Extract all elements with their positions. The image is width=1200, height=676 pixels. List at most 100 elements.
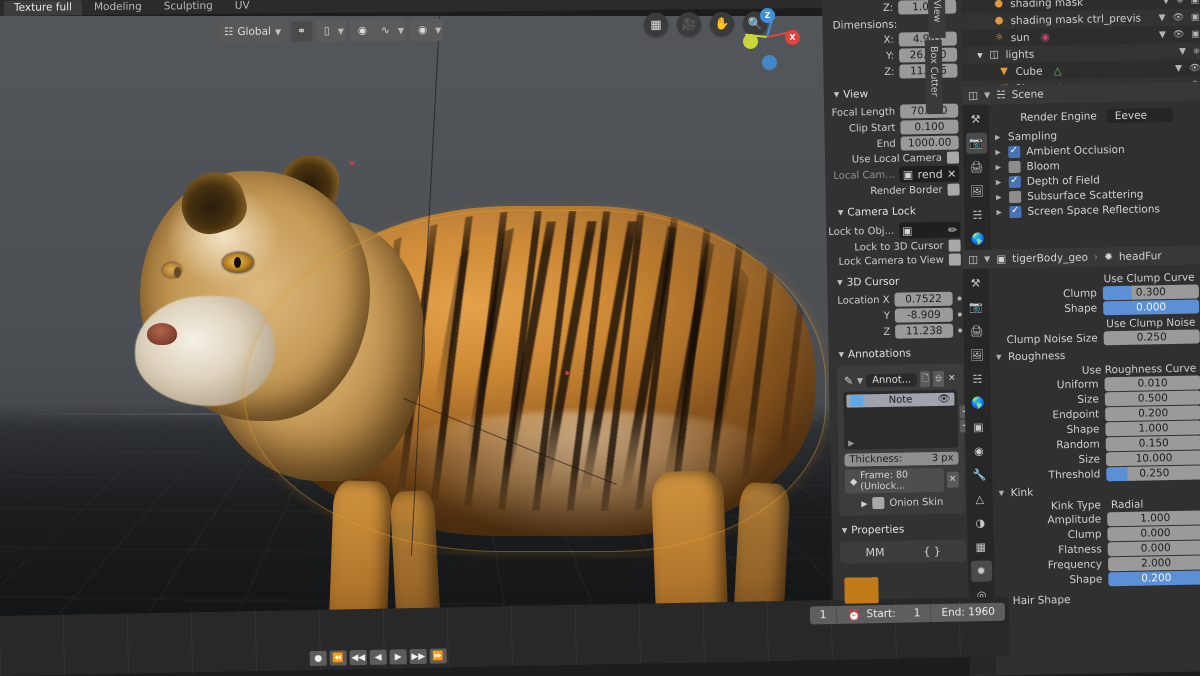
output-icon[interactable]: 🖨 <box>966 157 987 178</box>
subsurface-scattering-row[interactable]: ▶ Subsurface Scattering <box>996 187 1200 204</box>
lock-to-3d-cursor-row[interactable]: Lock to 3D Cursor <box>837 239 961 254</box>
clump-noise-size-value[interactable]: 0.250 <box>1103 329 1200 346</box>
timeline-frame-controls[interactable]: 1 ⏰ Start: 1 End: 1960 <box>809 602 1006 625</box>
camera-icon[interactable]: ▣ <box>1191 29 1200 39</box>
eye-icon[interactable]: 👁 <box>938 394 951 405</box>
roughness-uniform-value[interactable]: 0.010 <box>1104 375 1200 392</box>
render-border-row[interactable]: Render Border <box>833 183 960 198</box>
previous-keyframe-icon[interactable]: ◀◀ <box>349 649 367 666</box>
triangle-right-icon[interactable]: ▶ <box>996 178 1003 186</box>
object-icon[interactable]: ▣ <box>968 417 989 438</box>
roughness-uniform-size-value[interactable]: 0.500 <box>1104 390 1200 407</box>
world-icon[interactable]: 🌎 <box>967 393 988 414</box>
chevron-down-icon[interactable]: ▼ <box>984 90 990 99</box>
clip-start-value[interactable]: 0.100 <box>900 119 959 135</box>
roughness-section-header[interactable]: ▼ Roughness <box>996 347 1200 363</box>
pan-view-icon[interactable]: ✋ <box>709 11 735 36</box>
animate-dot-icon[interactable] <box>958 328 963 333</box>
pencil-icon[interactable]: ✎ <box>843 372 854 388</box>
clump-shape-value[interactable]: 0.000 <box>1103 299 1200 316</box>
clip-end-value[interactable]: 1000.00 <box>900 135 959 151</box>
side-tab-box-cutter[interactable]: Box Cutter <box>924 39 944 115</box>
hair-shape-section-header[interactable]: ▶ Hair Shape <box>1001 591 1200 607</box>
lock-camera-to-view-row[interactable]: Lock Camera to View <box>837 253 961 268</box>
next-keyframe-icon[interactable]: ▶▶ <box>409 648 427 665</box>
output-icon[interactable]: 🖨 <box>966 321 987 342</box>
camera-view-icon[interactable]: 🎥 <box>676 12 702 37</box>
clip-end-row[interactable]: End 1000.00 <box>833 135 959 152</box>
bloom-row[interactable]: ▶ Bloom <box>995 157 1199 174</box>
view-layer-icon[interactable]: 🖼 <box>966 181 987 202</box>
duplicate-annotation-icon[interactable]: ⎒ <box>933 370 944 388</box>
kink-shape-row[interactable]: Shape 0.200 <box>1000 570 1200 588</box>
close-icon[interactable]: ✕ <box>946 471 960 488</box>
local-camera-field[interactable]: ▣ rend ✕ <box>899 165 960 183</box>
gizmo-axis-z-negative[interactable] <box>762 55 777 70</box>
viewport-side-panel[interactable]: Z: 1.000 Dimensions: X: 4.987 Y: 26.950 … <box>822 0 974 636</box>
eye-icon[interactable]: 👁 <box>1173 29 1185 39</box>
clump-value[interactable]: 0.300 <box>1102 284 1199 301</box>
lock-to-object-row[interactable]: Lock to Obj... ▣ ✏ <box>828 221 961 240</box>
timeline-keyframe-marker[interactable] <box>844 577 879 604</box>
screen-space-reflections-row[interactable]: ▶ Screen Space Reflections <box>996 202 1200 219</box>
sampling-row[interactable]: ▶ Sampling <box>995 127 1199 143</box>
tool-icon[interactable]: ⚒ <box>965 109 986 130</box>
stopwatch-icon[interactable]: ⏰ <box>847 608 860 621</box>
onion-skin-checkbox[interactable] <box>872 496 885 510</box>
scene-icon[interactable]: ☵ <box>967 369 988 390</box>
roughness-threshold-value[interactable]: 0.250 <box>1106 465 1200 482</box>
filter-icon[interactable]: ▼ <box>1159 13 1166 23</box>
breadcrumb-modifier-label[interactable]: headFur <box>1119 250 1162 263</box>
outliner[interactable]: ● shading mask ▼ ⎈ ▣ ● shading mask ctrl_p… <box>962 0 1200 90</box>
onion-skin-row[interactable]: ▶ Onion Skin <box>845 496 959 510</box>
cursor-location-z-value[interactable]: 11.238 <box>895 323 954 339</box>
filter-icon[interactable]: ▼ <box>1159 30 1166 40</box>
camera-lock-header[interactable]: ▼ Camera Lock <box>836 202 960 222</box>
falloff-curve-icon[interactable]: ∿ <box>375 20 396 40</box>
render-icon[interactable]: 📷 <box>965 132 987 154</box>
chevron-down-icon[interactable]: ▼ <box>398 26 404 35</box>
triangle-right-icon[interactable]: ▶ <box>996 208 1003 216</box>
gizmo-axis-z[interactable]: Z <box>760 8 775 23</box>
chevron-down-icon[interactable]: ▼ <box>338 26 344 35</box>
triangle-right-icon[interactable]: ▶ <box>996 193 1003 201</box>
overlays-group[interactable]: ◉ ▼ <box>409 18 444 42</box>
gizmo-axis-x[interactable]: X <box>785 30 800 45</box>
annotation-color-swatch[interactable] <box>850 395 864 407</box>
kink-shape-value[interactable]: 0.200 <box>1108 570 1200 587</box>
depth-of-field-row[interactable]: ▶ Depth of Field <box>996 172 1200 189</box>
roughness-threshold-row[interactable]: Threshold 0.250 <box>998 465 1200 483</box>
lock-to-3d-cursor-checkbox[interactable] <box>948 239 961 252</box>
chevron-down-icon[interactable]: ▼ <box>435 25 441 34</box>
render-icon[interactable]: 📷 <box>965 297 986 318</box>
clip-start-row[interactable]: Clip Start 0.100 <box>832 119 959 136</box>
close-icon[interactable]: ✕ <box>947 167 956 180</box>
thickness-row[interactable]: Thickness: 3 px <box>844 451 959 467</box>
jump-to-start-icon[interactable]: ⏪ <box>329 650 347 666</box>
playback-controls[interactable]: ● ⏪ ◀◀ ◀ ▶ ▶▶ ⏩ <box>309 648 447 667</box>
expand-arrow-icon[interactable]: ▶ <box>848 438 854 447</box>
particles-icon[interactable]: ✹ <box>970 560 992 582</box>
unit-row[interactable]: MM { } <box>840 539 967 564</box>
constraints-icon[interactable]: △ <box>969 489 990 510</box>
close-icon[interactable]: ✕ <box>947 371 958 387</box>
eye-icon[interactable]: ⎈ <box>1176 0 1183 5</box>
overlays-icon[interactable]: ◉ <box>412 20 433 40</box>
workspace-tab-sculpting[interactable]: Sculpting <box>154 0 223 14</box>
camera-icon[interactable]: ▣ <box>1191 12 1200 22</box>
roughness-random-size-value[interactable]: 10.000 <box>1105 450 1200 467</box>
end-frame-value[interactable]: End: 1960 <box>931 603 1005 622</box>
cursor-location-y-value[interactable]: -8.909 <box>894 307 953 323</box>
workspace-tab-modeling[interactable]: Modeling <box>84 0 152 15</box>
triangle-right-icon[interactable]: ▶ <box>995 133 1002 141</box>
lock-to-object-field[interactable]: ▣ ✏ <box>898 221 961 239</box>
chevron-down-icon[interactable]: ▼ <box>984 254 990 263</box>
camera-icon[interactable]: ▣ <box>1191 0 1200 5</box>
animate-dot-icon[interactable] <box>957 296 962 301</box>
annotations-header[interactable]: ▼ Annotations <box>836 343 962 363</box>
grid-toggle-icon[interactable]: ▦ <box>643 12 669 37</box>
kink-flatness-value[interactable]: 0.000 <box>1107 540 1200 557</box>
use-local-camera-checkbox[interactable] <box>946 151 960 164</box>
local-camera-row[interactable]: Local Cam... ▣ rend ✕ <box>833 165 960 184</box>
auto-key-and-start[interactable]: ⏰ Start: 1 <box>837 604 932 624</box>
